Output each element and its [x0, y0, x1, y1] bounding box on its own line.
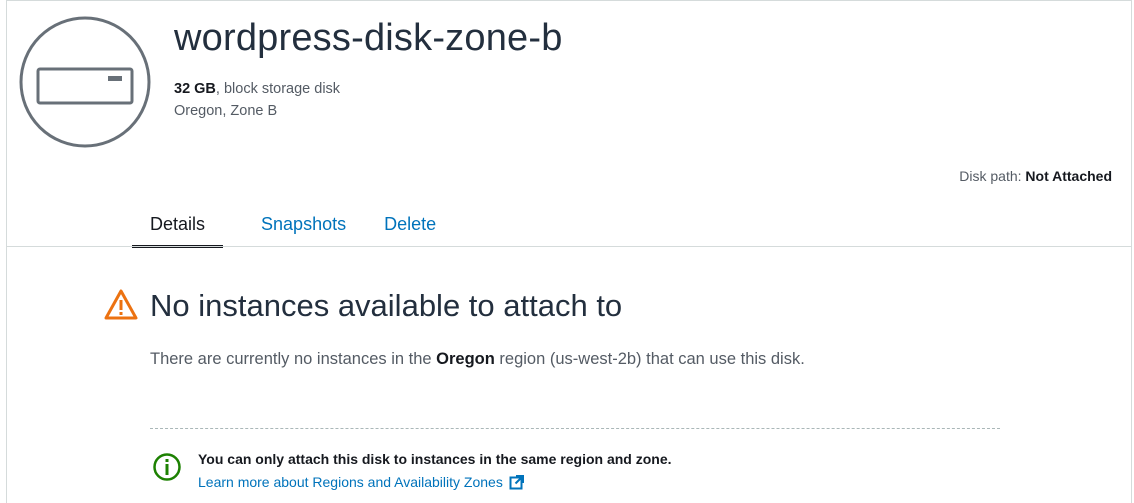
disk-meta: 32 GB, block storage disk Oregon, Zone B	[174, 78, 340, 122]
disk-size: 32 GB	[174, 81, 216, 97]
warning-desc-suffix: region (us-west-2b) that can use this di…	[494, 350, 805, 368]
warning-desc-prefix: There are currently no instances in the	[150, 350, 437, 368]
disk-path-label: Disk path:	[959, 168, 1026, 184]
disk-path: Disk path: Not Attached	[959, 168, 1112, 184]
tab-delete[interactable]: Delete	[384, 212, 436, 248]
dashed-divider	[150, 428, 1000, 429]
regions-link-label[interactable]: Learn more about Regions and Availabilit…	[198, 474, 503, 490]
warning-description: There are currently no instances in the …	[150, 345, 840, 374]
warning-title: No instances available to attach to	[150, 288, 623, 323]
regions-learn-more-link[interactable]: Learn more about Regions and Availabilit…	[198, 474, 524, 490]
external-link-icon	[509, 474, 524, 489]
disk-location: Oregon, Zone B	[174, 103, 278, 119]
disk-size-line: 32 GB, block storage disk	[174, 78, 340, 100]
info-message: You can only attach this disk to instanc…	[198, 451, 672, 467]
tab-details[interactable]: Details	[132, 212, 224, 248]
disk-tabs: Details Snapshots Delete	[132, 212, 474, 248]
info-circle-icon	[153, 453, 181, 481]
tabs-divider	[6, 246, 1132, 247]
tab-snapshots[interactable]: Snapshots	[261, 212, 346, 248]
disk-type: , block storage disk	[215, 81, 341, 97]
warning-triangle-icon	[104, 289, 138, 320]
block-storage-disk-icon	[19, 16, 151, 148]
warning-desc-region: Oregon	[436, 350, 495, 368]
disk-name-title: wordpress-disk-zone-b	[174, 17, 563, 59]
disk-path-value: Not Attached	[1025, 168, 1112, 184]
